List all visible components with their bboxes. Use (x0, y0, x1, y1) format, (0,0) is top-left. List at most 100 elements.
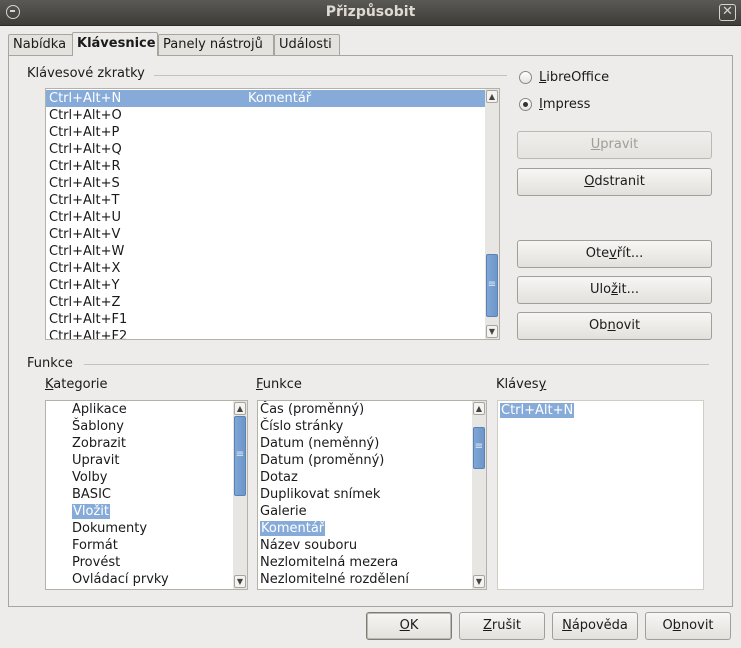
category-item-label: Ovládací prvky (72, 572, 169, 587)
shortcut-row[interactable]: Ctrl+Alt+Z (46, 294, 485, 311)
title-bar: Přizpůsobit ✕ (0, 0, 741, 26)
footer-reset-button[interactable]: Obnovit (645, 612, 731, 640)
help-button[interactable]: Nápověda (552, 612, 638, 640)
category-item-label: BASIC (72, 487, 111, 502)
delete-button[interactable]: Odstranit (517, 168, 712, 196)
function-item-label: Nezlomitelné rozdělení (260, 572, 410, 587)
function-item[interactable]: Datum (neměnný) (260, 435, 379, 452)
function-item[interactable]: Nezlomitelné rozdělení (260, 571, 409, 588)
window-title: Přizpůsobit (325, 4, 416, 20)
shortcut-list-scrollbar[interactable]: ▲ ▼ (485, 89, 499, 339)
scroll-thumb[interactable] (473, 427, 485, 469)
load-button[interactable]: Otevřít... (517, 240, 712, 268)
category-list[interactable]: Aplikace Šablony Zobrazit Upravit Volby BASIC… (45, 400, 248, 590)
shortcut-row[interactable]: Ctrl+Alt+R (46, 158, 485, 175)
shortcut-row[interactable]: Ctrl+Alt+N Komentář (46, 90, 485, 107)
close-icon[interactable]: ✕ (719, 4, 736, 21)
shortcut-key: Ctrl+Alt+R (49, 159, 121, 174)
function-item[interactable]: Komentář (260, 520, 326, 537)
shortcut-row[interactable]: Ctrl+Alt+F2 (46, 328, 485, 340)
shortcut-key: Ctrl+Alt+V (49, 227, 121, 242)
category-item[interactable]: Formát (72, 537, 118, 554)
category-item[interactable]: Upravit (72, 452, 119, 469)
key-item-label: Ctrl+Alt+N (500, 403, 575, 418)
function-item[interactable]: Galerie (260, 503, 307, 520)
scroll-up-icon[interactable]: ▲ (486, 90, 498, 103)
scroll-thumb[interactable] (234, 416, 246, 496)
shortcut-key: Ctrl+Alt+O (49, 108, 122, 123)
reset-button[interactable]: Obnovit (517, 312, 712, 340)
tab-events[interactable]: Události (274, 34, 340, 56)
function-item-label: Datum (proměnný) (260, 453, 385, 468)
category-item[interactable]: Šablony (72, 418, 124, 435)
function-item-label: Číslo stránky (260, 419, 344, 434)
shortcut-row[interactable]: Ctrl+Alt+F1 (46, 311, 485, 328)
category-item-label: Vložit (72, 504, 110, 519)
keys-list[interactable]: Ctrl+Alt+N (497, 400, 704, 590)
shortcut-key: Ctrl+Alt+F2 (49, 329, 128, 340)
function-item[interactable]: Dotaz (260, 469, 298, 486)
category-item[interactable]: Ovládací prvky (72, 571, 169, 588)
shortcut-row[interactable]: Ctrl+Alt+W (46, 243, 485, 260)
function-item[interactable]: Číslo stránky (260, 418, 343, 435)
ok-button[interactable]: OK (366, 612, 452, 640)
function-item[interactable]: Duplikovat snímek (260, 486, 380, 503)
tab-toolbars[interactable]: Panely nástrojů (158, 34, 274, 56)
shortcut-row[interactable]: Ctrl+Alt+X (46, 260, 485, 277)
tab-menu[interactable]: Nabídka (8, 34, 73, 56)
tab-keyboard[interactable]: Klávesnice (72, 32, 158, 56)
shortcut-key: Ctrl+Alt+N (49, 91, 122, 106)
radio-libreoffice-circle[interactable] (519, 71, 532, 84)
shortcut-keys-list[interactable]: Ctrl+Alt+N Komentář Ctrl+Alt+O Ctrl+Alt+P Ct… (45, 88, 500, 340)
function-list[interactable]: Čas (proměnný) Číslo stránky Datum (neměnn… (257, 400, 487, 590)
category-item-label: Dokumenty (72, 521, 148, 536)
category-item-label: Provést (72, 555, 121, 570)
shortcut-row[interactable]: Ctrl+Alt+P (46, 124, 485, 141)
shortcut-row[interactable]: Ctrl+Alt+Y (46, 277, 485, 294)
category-item[interactable]: Zobrazit (72, 435, 126, 452)
shortcut-row[interactable]: Ctrl+Alt+Q (46, 141, 485, 158)
shortcut-row[interactable]: Ctrl+Alt+T (46, 192, 485, 209)
scroll-down-icon[interactable]: ▼ (234, 575, 246, 588)
save-button[interactable]: Uložit... (517, 276, 712, 304)
modify-button[interactable]: Upravit (517, 131, 712, 159)
function-item-label: Název souboru (260, 538, 358, 553)
function-item-label: Galerie (260, 504, 307, 519)
category-item[interactable]: Dokumenty (72, 520, 147, 537)
scroll-down-icon[interactable]: ▼ (473, 575, 485, 588)
radio-impress-label: mpress (542, 97, 591, 112)
function-item-label: Komentář (260, 521, 326, 536)
scroll-up-icon[interactable]: ▲ (473, 402, 485, 415)
function-item[interactable]: Název souboru (260, 537, 357, 554)
radio-impress[interactable]: Impress (519, 96, 639, 114)
function-scrollbar[interactable]: ▲ ▼ (472, 401, 486, 589)
function-item[interactable]: Nezlomitelná mezera (260, 554, 398, 571)
shortcut-row[interactable]: Ctrl+Alt+V (46, 226, 485, 243)
category-item-label: Šablony (72, 419, 124, 434)
function-item-label: Nezlomitelná mezera (260, 555, 399, 570)
radio-impress-circle[interactable] (519, 98, 532, 111)
category-item[interactable]: Volby (72, 469, 107, 486)
key-item[interactable]: Ctrl+Alt+N (500, 402, 575, 419)
shortcut-key: Ctrl+Alt+Y (49, 278, 120, 293)
separator (154, 75, 507, 76)
function-item[interactable]: Čas (proměnný) (260, 401, 364, 418)
function-item[interactable]: Datum (proměnný) (260, 452, 384, 469)
functions-section-label: Funkce (27, 356, 73, 371)
shortcut-row[interactable]: Ctrl+Alt+S (46, 175, 485, 192)
shortcut-key: Ctrl+Alt+Z (49, 295, 121, 310)
radio-libreoffice[interactable]: LibreOffice (519, 69, 639, 87)
category-item-label: Upravit (72, 453, 120, 468)
category-item[interactable]: Vložit (72, 503, 110, 520)
scroll-up-icon[interactable]: ▲ (234, 402, 246, 415)
cancel-button[interactable]: Zrušit (459, 612, 545, 640)
category-item[interactable]: Provést (72, 554, 120, 571)
shortcut-row[interactable]: Ctrl+Alt+O (46, 107, 485, 124)
scroll-down-icon[interactable]: ▼ (486, 325, 498, 338)
scroll-thumb[interactable] (486, 254, 498, 317)
shortcut-row[interactable]: Ctrl+Alt+U (46, 209, 485, 226)
category-scrollbar[interactable]: ▲ ▼ (233, 401, 247, 589)
category-item-label: Aplikace (72, 402, 127, 417)
category-item[interactable]: BASIC (72, 486, 111, 503)
category-item[interactable]: Aplikace (72, 401, 127, 418)
